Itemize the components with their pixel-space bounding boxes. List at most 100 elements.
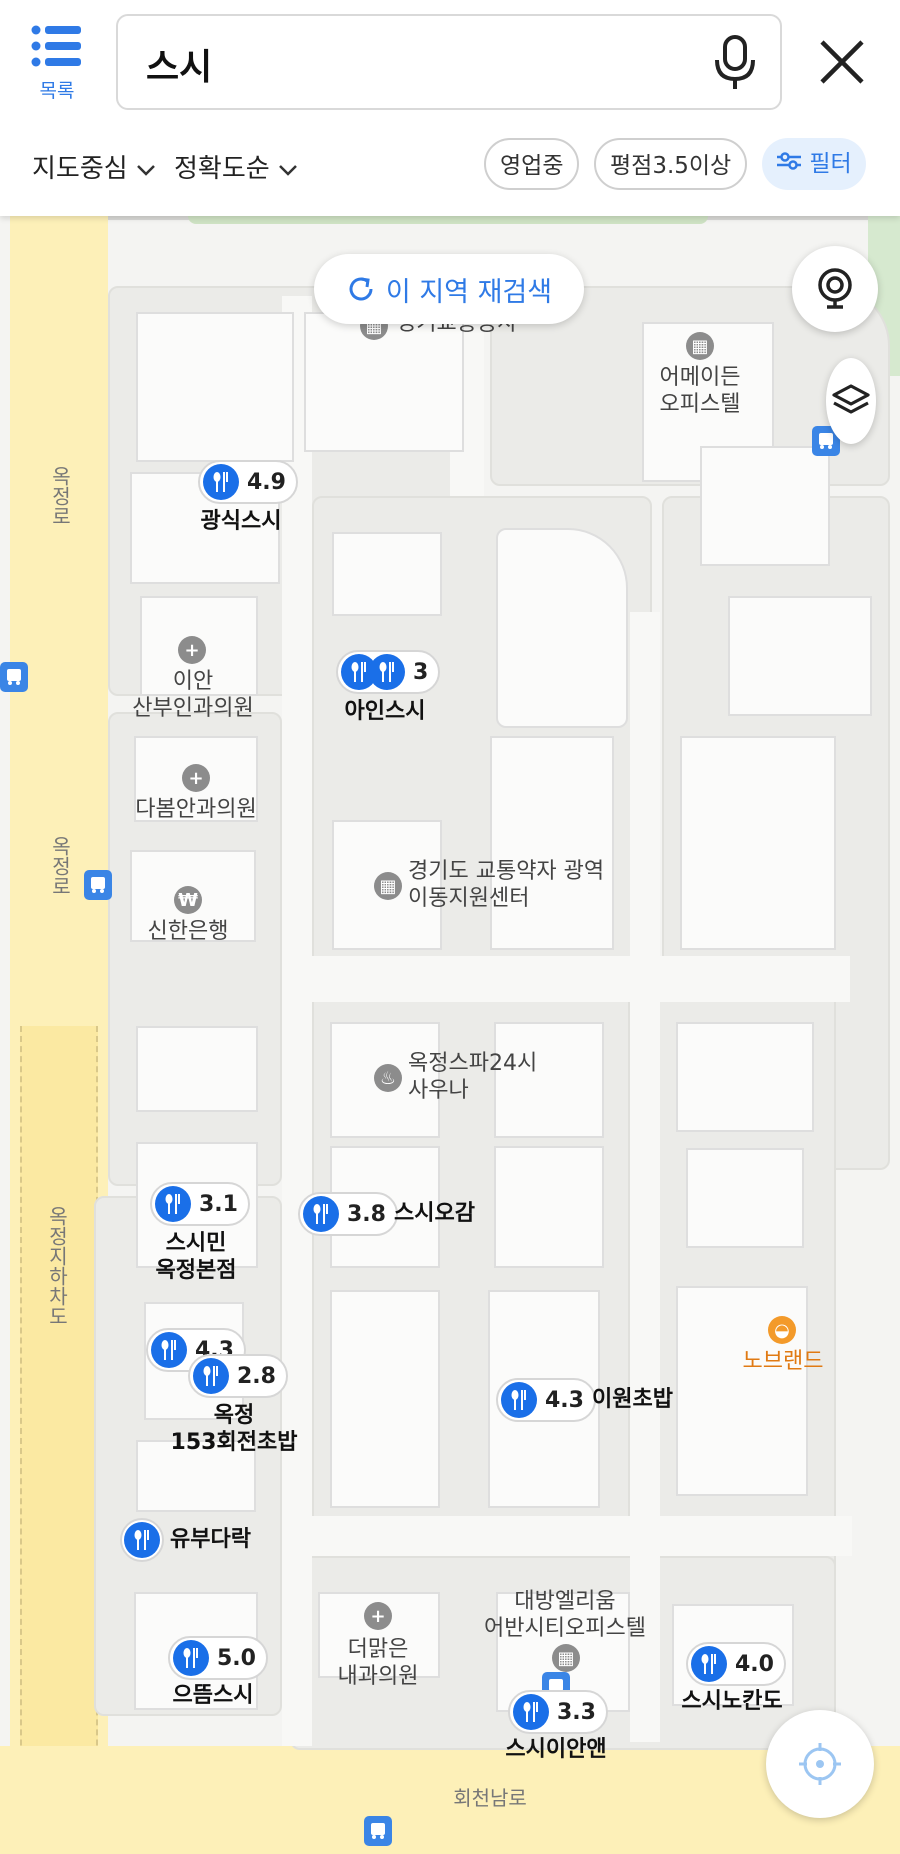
restaurant-pin-sushiogam[interactable]: 3.8 [298, 1192, 398, 1236]
filter-row: 지도중심 정확도순 영업중 평점3.5이상 필터 [0, 134, 900, 194]
park-strip [188, 216, 708, 224]
rating: 3.3 [557, 1699, 596, 1725]
building [680, 736, 836, 950]
restaurant-icon [691, 1646, 727, 1682]
road-label-hoecheon: 회천남로 [453, 1786, 527, 1810]
poi-nobrand[interactable]: 노브랜드 [740, 1348, 826, 1375]
sauna-icon: ♨ [374, 1064, 402, 1092]
rating: 2.8 [237, 1363, 276, 1389]
road-label-underpass: 옥정지하차도 [45, 1206, 69, 1326]
restaurant-icon [124, 1522, 160, 1558]
restaurant-pin-yubu[interactable] [120, 1518, 164, 1562]
restaurant-name: 스시이안앤 [505, 1737, 607, 1762]
restaurant-pin-eutteum[interactable]: 5.0 [168, 1636, 268, 1680]
crosshair-icon [799, 1743, 841, 1785]
rating: 3.8 [347, 1201, 386, 1227]
building-icon: ▦ [374, 872, 402, 900]
street-view-button[interactable] [792, 246, 878, 332]
sort-accuracy-label: 정확도순 [174, 154, 270, 184]
restaurant-pin-nokando[interactable]: 4.0 [686, 1642, 786, 1686]
microphone-icon[interactable] [712, 34, 758, 92]
chevron-down-icon [279, 165, 297, 176]
restaurant-name: 이원초밥 [592, 1387, 673, 1412]
street [312, 1516, 852, 1556]
building [332, 532, 442, 616]
search-query-text: 스시 [146, 47, 213, 88]
restaurant-icon [513, 1694, 549, 1730]
street [290, 956, 850, 1002]
poi-ian-clinic[interactable]: 이안 산부인과의원 [120, 668, 266, 722]
my-location-button[interactable] [766, 1710, 874, 1818]
building [330, 1290, 440, 1508]
road-label-okjeong-1: 옥정로 [48, 466, 72, 526]
research-label: 이 지역 재검색 [385, 276, 553, 308]
hospital-icon: + [178, 636, 206, 664]
rating: 4.0 [735, 1651, 774, 1677]
bus-stop-icon[interactable] [364, 1816, 392, 1846]
restaurant-name: 옥정 153회전초밥 [170, 1403, 298, 1455]
restaurant-pin-ian[interactable]: 3.3 [508, 1690, 608, 1734]
rating: 3.1 [199, 1191, 238, 1217]
restaurant-pin-hoejeon[interactable]: 2.8 [188, 1354, 288, 1398]
bus-stop-icon[interactable] [84, 870, 112, 900]
rating: 4.9 [247, 469, 286, 495]
street-view-icon [818, 268, 852, 309]
restaurant-icon [369, 654, 405, 690]
building [490, 736, 614, 950]
hospital-icon: + [364, 1602, 392, 1630]
restaurant-pin-iwon[interactable]: 4.3 [496, 1378, 596, 1422]
restaurant-name: 스시민 옥정본점 [155, 1231, 237, 1283]
sliders-icon [777, 152, 801, 170]
building [496, 528, 628, 728]
restaurant-pin-ain[interactable]: 3 [336, 650, 441, 694]
sort-map-center-dropdown[interactable]: 지도중심 [32, 148, 156, 185]
bus-stop-icon[interactable] [0, 662, 28, 692]
road-label-okjeong-2: 옥정로 [48, 836, 72, 896]
building-icon: ▦ [552, 1644, 580, 1672]
poi-shinhan-bank[interactable]: 신한은행 [136, 918, 240, 945]
poi-amade-officetel[interactable]: 어메이든 오피스텔 [650, 364, 750, 418]
search-header: 목록 스시 지도중심 정확도순 영업중 평점3.5이상 필터 [0, 0, 900, 216]
filter-chip[interactable]: 필터 [762, 138, 866, 190]
poi-dabom-clinic[interactable]: 다봄안과의원 [130, 796, 262, 823]
refresh-icon [349, 277, 373, 301]
map-view[interactable]: 옥정로 옥정로 옥정지하차도 회천남로 ▦ 경기교통공사 ▦ 어메이든 오피스텔… [0, 216, 900, 1854]
building [494, 1146, 604, 1268]
restaurant-name: 으뜸스시 [172, 1683, 254, 1708]
hospital-icon: + [182, 764, 210, 792]
restaurant-name: 스시오감 [394, 1201, 475, 1226]
building [136, 1026, 258, 1112]
restaurant-pin-smin[interactable]: 3.1 [150, 1182, 250, 1226]
street [282, 296, 312, 1746]
restaurant-icon [151, 1332, 187, 1368]
open-now-chip[interactable]: 영업중 [484, 138, 580, 190]
restaurant-name: 스시노칸도 [681, 1689, 783, 1714]
shopping-icon: ◒ [768, 1316, 796, 1344]
rating: 4.3 [545, 1387, 584, 1413]
poi-spa-sauna[interactable]: 옥정스파24시 사우나 [408, 1050, 537, 1104]
restaurant-icon [173, 1640, 209, 1676]
close-icon[interactable] [812, 26, 872, 98]
street [630, 612, 660, 1742]
rating-filter-chip[interactable]: 평점3.5이상 [594, 138, 748, 190]
layers-button[interactable] [826, 358, 876, 444]
building [136, 312, 294, 462]
list-menu-button[interactable]: 목록 [22, 24, 92, 108]
building-icon: ▦ [686, 332, 714, 360]
poi-mobility-center[interactable]: 경기도 교통약자 광역 이동지원센터 [408, 858, 604, 912]
restaurant-icon [193, 1358, 229, 1394]
poi-daebang-officetel[interactable]: 대방엘리움 어반시티오피스텔 [484, 1588, 646, 1642]
list-icon [31, 25, 81, 67]
building [676, 1022, 814, 1132]
restaurant-icon [303, 1196, 339, 1232]
chevron-down-icon [137, 165, 155, 176]
search-input[interactable]: 스시 [116, 14, 782, 110]
restaurant-pin-gwangsik[interactable]: 4.9 [198, 460, 298, 504]
building [686, 1148, 804, 1248]
okjeong-underpass-road [20, 1026, 98, 1854]
restaurant-icon [155, 1186, 191, 1222]
research-area-button[interactable]: 이 지역 재검색 [314, 254, 584, 324]
restaurant-name: 아인스시 [344, 699, 426, 724]
sort-accuracy-dropdown[interactable]: 정확도순 [174, 148, 298, 185]
poi-deomalgeun-clinic[interactable]: 더맑은 내과의원 [330, 1636, 426, 1690]
